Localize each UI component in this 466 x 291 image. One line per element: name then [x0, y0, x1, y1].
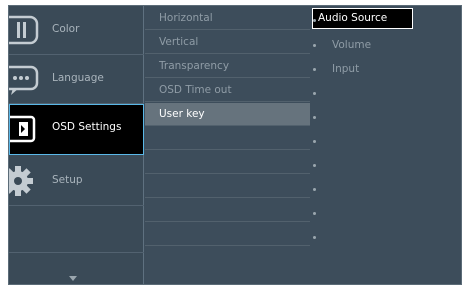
bullet-dot	[313, 19, 316, 22]
category-column: Color Language OSD Settings Setup	[9, 6, 144, 284]
submenu-item-osd-time-out[interactable]: OSD Time out	[145, 79, 310, 102]
category-color[interactable]: Color	[9, 6, 144, 55]
option-volume[interactable]: Volume	[310, 34, 461, 57]
option-label: Input	[332, 63, 360, 75]
bullet-dot	[313, 212, 316, 215]
submenu-label: Transparency	[159, 60, 230, 72]
bullet-dot	[313, 164, 316, 167]
submenu-column: Horizontal Vertical Transparency OSD Tim…	[145, 6, 310, 284]
category-setup[interactable]: Setup	[9, 157, 144, 206]
submenu-label: OSD Time out	[159, 84, 232, 96]
category-osd-settings[interactable]: OSD Settings	[9, 104, 144, 155]
submenu-item-empty	[145, 151, 310, 174]
option-label: Audio Source	[318, 12, 388, 24]
setup-icon	[9, 163, 41, 199]
submenu-item-empty	[145, 175, 310, 198]
submenu-item-empty	[145, 127, 310, 150]
chevron-down-icon[interactable]	[67, 268, 79, 281]
category-language[interactable]: Language	[9, 55, 144, 104]
submenu-item-empty	[145, 223, 310, 246]
language-icon	[9, 61, 41, 97]
bullet-dot	[313, 92, 316, 95]
bullet-dot	[313, 236, 316, 239]
bullet-dot	[313, 44, 316, 47]
submenu-item-horizontal[interactable]: Horizontal	[145, 7, 310, 30]
category-label: Language	[52, 72, 104, 84]
category-label: OSD Settings	[52, 121, 122, 133]
submenu-label: User key	[159, 108, 205, 120]
bullet-dot	[313, 116, 316, 119]
category-label: Color	[52, 23, 80, 35]
category-label: Setup	[52, 174, 83, 186]
bullet-dot	[313, 140, 316, 143]
color-icon	[9, 12, 41, 48]
option-audio-source[interactable]: Audio Source	[310, 7, 461, 30]
submenu-item-empty	[145, 199, 310, 222]
osd-menu: Color Language OSD Settings Setup Horizo…	[8, 5, 462, 285]
option-input[interactable]: Input	[310, 58, 461, 81]
submenu-item-vertical[interactable]: Vertical	[145, 31, 310, 54]
osd-settings-icon	[9, 111, 42, 147]
bullet-dot	[313, 68, 316, 71]
options-column: Audio Source Volume Input	[310, 6, 461, 284]
submenu-label: Horizontal	[159, 12, 213, 24]
submenu-label: Vertical	[159, 36, 199, 48]
submenu-item-user-key[interactable]: User key	[145, 103, 310, 126]
submenu-item-transparency[interactable]: Transparency	[145, 55, 310, 78]
category-empty-slot	[9, 206, 144, 253]
bullet-dot	[313, 188, 316, 191]
option-label: Volume	[332, 39, 372, 51]
